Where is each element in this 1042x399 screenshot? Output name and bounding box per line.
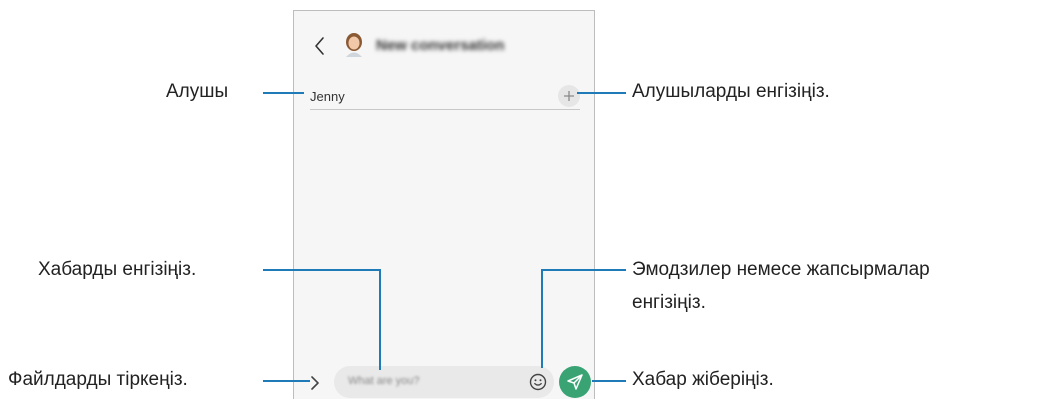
callout-emoji-line1: Эмодзилер немесе жапсырмалар: [632, 259, 930, 280]
callout-recipient: Алушы: [166, 81, 229, 102]
callout-send-message: Хабар жіберіңіз.: [632, 369, 774, 390]
callout-lines: [263, 92, 626, 382]
callout-add-recipients: Алушыларды енгізіңіз.: [632, 81, 830, 102]
callout-attach-files: Файлдарды тіркеңіз.: [8, 369, 188, 390]
callout-enter-message: Хабарды енгізіңіз.: [38, 259, 197, 280]
line-emoji: [541, 269, 626, 368]
callout-emoji-line2: енгізіңіз.: [632, 292, 706, 313]
line-enter-message: [263, 269, 381, 370]
